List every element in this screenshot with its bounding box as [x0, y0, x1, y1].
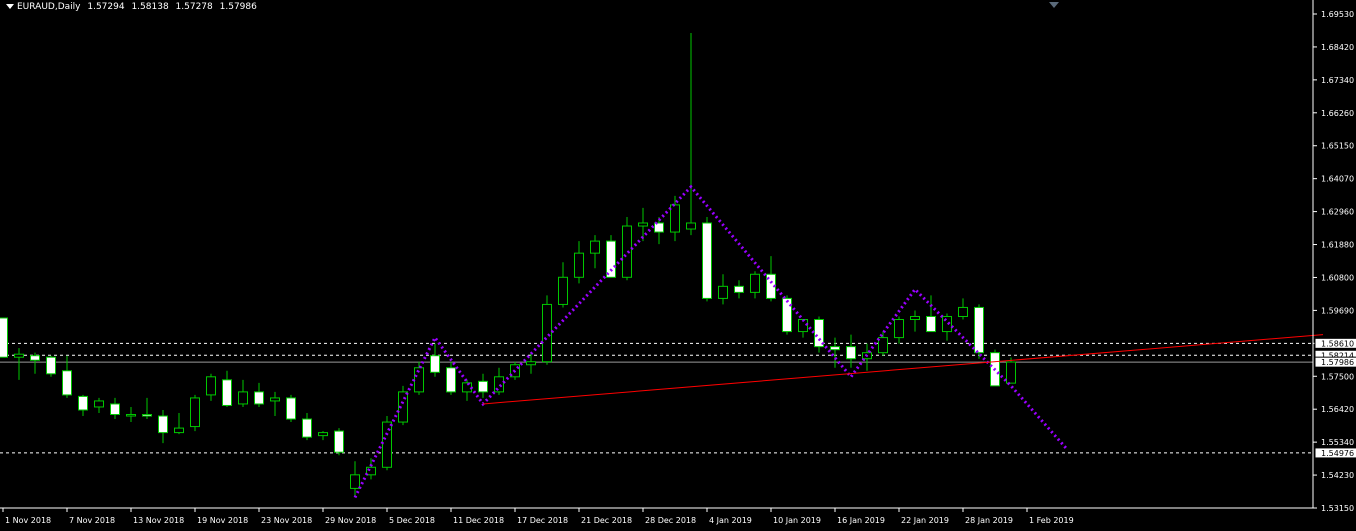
bearish-candle [654, 222, 664, 233]
bearish-candle [62, 370, 72, 396]
price-label-text: 1.54976 [1321, 449, 1354, 458]
bearish-candle [926, 315, 936, 333]
x-tick-label: 16 Jan 2019 [837, 516, 885, 525]
bullish-candle [638, 222, 648, 227]
bullish-candle [558, 276, 568, 305]
bullish-candle [174, 427, 184, 434]
x-tick-label: 28 Jan 2019 [965, 516, 1013, 525]
bearish-candle [46, 356, 56, 375]
bullish-candle [958, 306, 968, 317]
bullish-candle [318, 432, 328, 437]
y-tick-label: 1.59690 [1321, 306, 1354, 315]
bearish-candle [30, 355, 40, 361]
bearish-candle [110, 403, 120, 416]
y-tick-label: 1.56420 [1321, 405, 1354, 414]
bearish-candle [302, 418, 312, 438]
bearish-candle [0, 317, 8, 358]
candles-group [0, 33, 1016, 498]
x-tick-label: 28 Dec 2018 [645, 516, 696, 525]
x-tick-label: 11 Dec 2018 [453, 516, 504, 525]
bullish-candle [750, 273, 760, 293]
drawn-lines [353, 184, 1324, 499]
x-tick-label: 7 Nov 2018 [69, 516, 115, 525]
y-tick-label: 1.66260 [1321, 109, 1354, 118]
y-tick-label: 1.69530 [1321, 10, 1354, 19]
candlestick-chart[interactable]: 1.69530 1.68420 1.67340 1.66260 1.65150 1.640… [0, 0, 1356, 531]
bearish-candle [814, 319, 824, 348]
bearish-candle [846, 346, 856, 360]
bullish-candle [94, 400, 104, 408]
bullish-candle [910, 315, 920, 321]
bullish-candle [670, 204, 680, 233]
bullish-candle [686, 222, 696, 230]
bullish-candle [942, 315, 952, 333]
bullish-candle [382, 421, 392, 468]
bullish-candle [14, 353, 24, 358]
bullish-candle [190, 397, 200, 428]
x-tick-label: 1 Feb 2019 [1029, 516, 1074, 525]
bullish-candle [718, 285, 728, 299]
x-tick-label: 17 Dec 2018 [517, 516, 568, 525]
bearish-candle [254, 391, 264, 405]
y-tick-label: 1.64070 [1321, 175, 1354, 184]
y-tick-label: 1.68420 [1321, 43, 1354, 52]
bullish-candle [526, 361, 536, 366]
bullish-candle [126, 414, 136, 417]
bearish-candle [334, 430, 344, 453]
bearish-candle [430, 355, 440, 373]
x-tick-label: 1 Nov 2018 [5, 516, 51, 525]
bearish-candle [830, 346, 840, 351]
price-label-text: 1.58610 [1321, 339, 1354, 348]
bullish-candle [590, 240, 600, 254]
y-tick-label: 1.61880 [1321, 241, 1354, 250]
x-tick-label: 4 Jan 2019 [709, 516, 752, 525]
bullish-candle [270, 397, 280, 402]
bearish-candle [286, 397, 296, 420]
x-tick-label: 19 Nov 2018 [197, 516, 248, 525]
bullish-candle [1006, 361, 1016, 384]
bullish-candle [542, 303, 552, 363]
bullish-candle [894, 319, 904, 339]
y-tick-label: 1.53150 [1321, 504, 1354, 513]
price-label-text: 1.57986 [1321, 358, 1354, 367]
y-tick-label: 1.54230 [1321, 471, 1354, 480]
y-tick-label: 1.57500 [1321, 372, 1354, 381]
bearish-candle [142, 414, 152, 417]
bearish-candle [446, 367, 456, 393]
y-tick-label: 1.62960 [1321, 208, 1354, 217]
x-tick-label: 29 Nov 2018 [325, 516, 376, 525]
bearish-candle [78, 395, 88, 411]
bullish-candle [238, 391, 248, 405]
axes: 1.69530 1.68420 1.67340 1.66260 1.65150 1.640… [0, 0, 1356, 525]
bullish-candle [350, 474, 360, 489]
x-tick-label: 10 Jan 2019 [773, 516, 821, 525]
y-tick-label: 1.55340 [1321, 438, 1354, 447]
bearish-candle [734, 285, 744, 293]
bearish-candle [222, 379, 232, 406]
chart-shift-marker-icon [1049, 2, 1059, 8]
y-tick-label: 1.65150 [1321, 142, 1354, 151]
trend-line [482, 334, 1324, 405]
bearish-candle [606, 240, 616, 278]
y-tick-label: 1.60800 [1321, 273, 1354, 282]
bearish-candle [782, 297, 792, 333]
x-tick-label: 23 Nov 2018 [261, 516, 312, 525]
bearish-candle [478, 380, 488, 393]
x-tick-label: 5 Dec 2018 [389, 516, 435, 525]
bullish-candle [494, 376, 504, 393]
bearish-candle [974, 306, 984, 354]
bearish-candle [702, 222, 712, 299]
x-tick-label: 22 Jan 2019 [901, 516, 949, 525]
x-tick-label: 13 Nov 2018 [133, 516, 184, 525]
y-tick-label: 1.67340 [1321, 76, 1354, 85]
bullish-candle [206, 376, 216, 396]
x-tick-label: 21 Dec 2018 [581, 516, 632, 525]
bullish-candle [574, 252, 584, 278]
bearish-candle [158, 415, 168, 434]
